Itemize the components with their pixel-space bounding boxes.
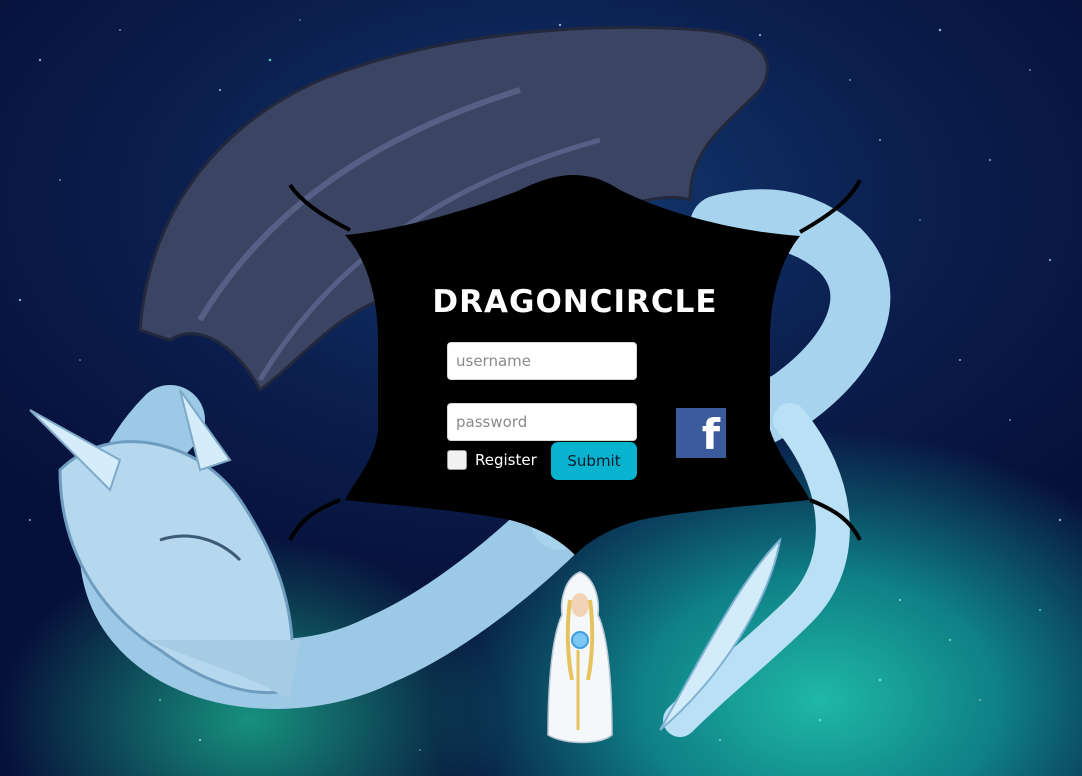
priestess-character [547, 571, 613, 744]
